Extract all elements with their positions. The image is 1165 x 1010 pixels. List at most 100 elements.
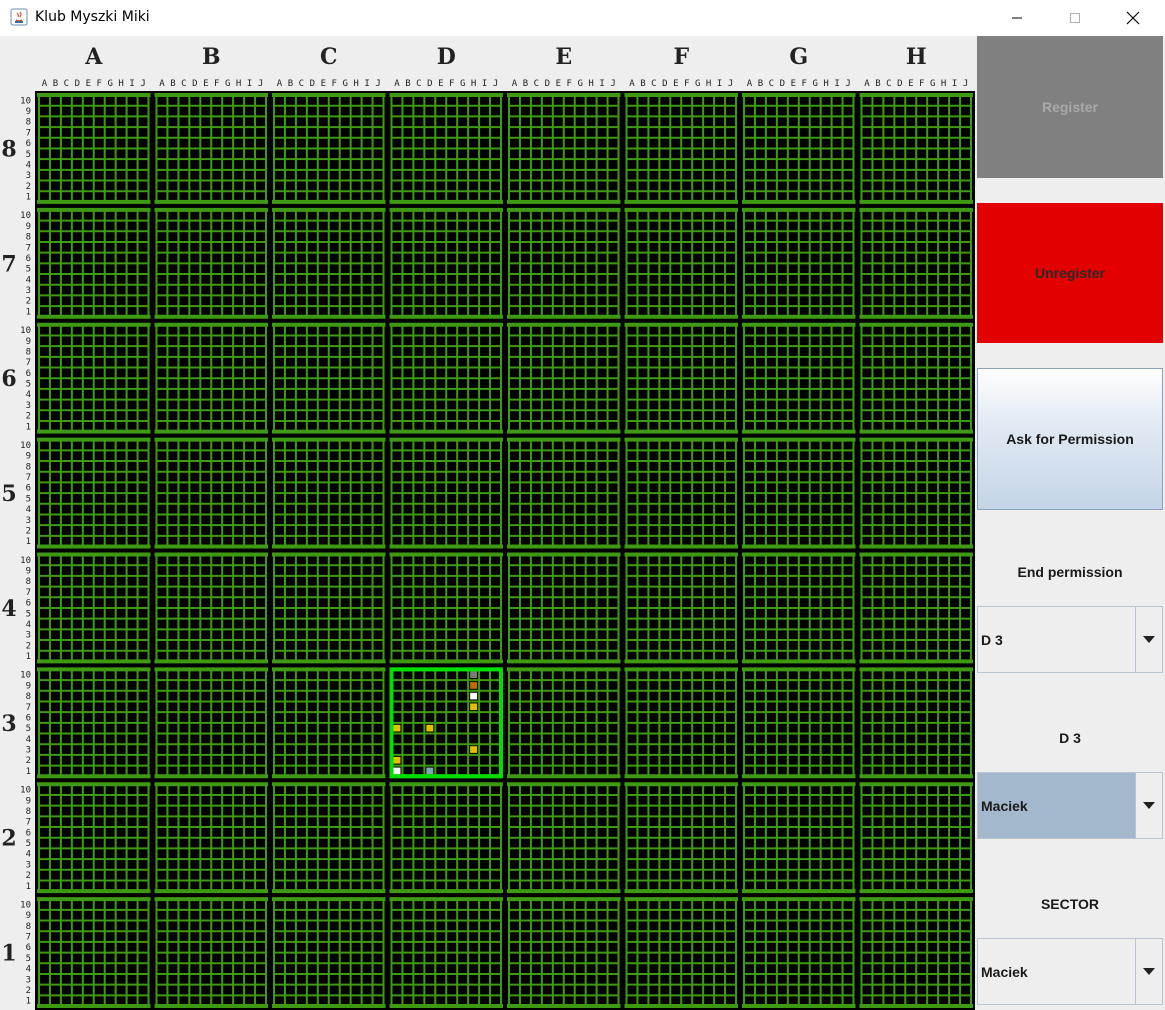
register-button[interactable]: Register <box>977 36 1163 178</box>
sector-edge-bar <box>859 667 973 672</box>
sub-column-label: B <box>523 79 528 89</box>
sector-edge-bar <box>37 782 151 787</box>
sector-edge-bar <box>507 199 621 204</box>
sub-column-label: A <box>864 79 870 89</box>
sub-row-label: 2 <box>26 182 31 192</box>
sector-board[interactable]: AABCDEFGHIJBABCDEFGHIJCABCDEFGHIJDABCDEF… <box>0 36 975 1010</box>
sub-column-label: I <box>599 79 604 89</box>
sub-row-label: 2 <box>26 412 31 422</box>
marked-cell[interactable] <box>470 703 478 711</box>
sub-row-label: 5 <box>26 954 31 964</box>
maximize-icon <box>1070 13 1080 23</box>
sector-edge-bar <box>272 437 386 442</box>
sub-column-label: D <box>897 79 902 89</box>
sub-row-label: 8 <box>26 233 31 243</box>
sector-edge-bar <box>507 544 621 549</box>
sub-row-label: 7 <box>26 818 31 828</box>
sub-column-label: I <box>834 79 839 89</box>
minimize-button[interactable] <box>988 0 1046 36</box>
sector-edge-bar <box>507 314 621 319</box>
marked-cell[interactable] <box>393 756 401 764</box>
sector-edge-bar <box>154 322 268 327</box>
column-header-B: B <box>202 44 221 70</box>
sub-column-label: C <box>299 79 304 89</box>
marked-cell[interactable] <box>426 724 434 732</box>
sector-edge-bar <box>742 552 856 557</box>
sector-edge-bar <box>37 429 151 434</box>
marked-cell[interactable] <box>470 682 478 689</box>
sector-grid[interactable]: AA B C D E F G H I JBA B C D E F G H I JCA B C D E F G H I JDA B C D E F… <box>0 36 975 1010</box>
sector-edge-bar <box>859 774 973 779</box>
window-title: Klub Myszki Miki <box>35 9 150 25</box>
sector-edge-bar <box>272 93 386 97</box>
marked-cell[interactable] <box>470 692 478 700</box>
sub-row-label: 3 <box>26 746 31 756</box>
sub-column-label: G <box>107 79 112 89</box>
sector-edge-bar <box>37 774 151 779</box>
chevron-down-icon[interactable] <box>1135 607 1162 672</box>
sector-edge-bar <box>859 544 973 549</box>
sector-edge-bar <box>37 1004 151 1008</box>
user-select[interactable]: Maciek <box>977 772 1163 839</box>
marked-cell[interactable] <box>393 767 401 775</box>
sub-row-label: 9 <box>26 681 31 691</box>
sub-column-label: H <box>471 79 476 89</box>
sector-edge-bar <box>859 314 973 319</box>
sector-edge-bar <box>507 774 621 779</box>
sub-column-label: D <box>75 79 80 89</box>
marked-cell[interactable] <box>470 671 478 679</box>
chevron-down-icon[interactable] <box>1135 939 1162 1004</box>
sector-edge-bar <box>154 93 268 97</box>
sector-edge-bar <box>154 552 268 557</box>
sector-edge-bar <box>859 207 973 212</box>
sub-column-label: F <box>802 79 807 89</box>
sub-column-label: F <box>214 79 219 89</box>
sector-edge-bar <box>742 437 856 442</box>
sector-owner-select[interactable]: Maciek <box>977 938 1163 1005</box>
unregister-button[interactable]: Unregister <box>977 203 1163 343</box>
sub-column-label: B <box>875 79 880 89</box>
maximize-button[interactable] <box>1046 0 1104 36</box>
sector-edge-bar <box>624 897 738 902</box>
sub-column-label: B <box>53 79 58 89</box>
sector-owner-value: Maciek <box>981 963 1028 980</box>
ask-permission-button[interactable]: Ask for Permission <box>977 368 1163 510</box>
marked-cell[interactable] <box>393 724 401 732</box>
sub-column-label: D <box>310 79 315 89</box>
unregister-label: Unregister <box>1034 265 1106 281</box>
sub-row-label: 3 <box>26 631 31 641</box>
sub-row-label: 1 <box>26 422 31 432</box>
sector-edge-bar <box>507 437 621 442</box>
sector-edge-bar <box>624 544 738 549</box>
sub-row-label: 1 <box>26 537 31 547</box>
sub-column-label: C <box>64 79 69 89</box>
sub-column-label: E <box>203 79 208 89</box>
close-button[interactable] <box>1104 0 1162 36</box>
sub-row-label: 6 <box>26 713 31 723</box>
chevron-down-icon[interactable] <box>1135 773 1162 838</box>
minimize-icon <box>1012 17 1022 19</box>
sub-row-label: 6 <box>26 599 31 609</box>
sub-row-label: 5 <box>26 724 31 734</box>
sector-edge-bar <box>507 782 621 787</box>
marked-cell[interactable] <box>470 746 478 753</box>
sub-column-label: F <box>567 79 572 89</box>
sub-row-label: 10 <box>20 556 31 566</box>
sector-select[interactable]: D 3 <box>977 606 1163 673</box>
sub-column-label: G <box>695 79 700 89</box>
sub-row-label: 2 <box>26 297 31 307</box>
sub-column-label: H <box>353 79 358 89</box>
sector-edge-bar <box>742 544 856 549</box>
sub-column-label: I <box>247 79 252 89</box>
sector-edge-bar <box>859 199 973 204</box>
sector-edge-bar <box>742 897 856 902</box>
sector-edge-bar <box>37 897 151 902</box>
sub-column-label: C <box>416 79 421 89</box>
sector-edge-bar <box>742 314 856 319</box>
sub-column-label: I <box>482 79 487 89</box>
marked-cell[interactable] <box>426 767 434 775</box>
register-label: Register <box>1041 99 1099 115</box>
sector-edge-bar <box>272 667 386 672</box>
sub-column-label: H <box>706 79 711 89</box>
row-header-5: 5 <box>1 481 16 507</box>
